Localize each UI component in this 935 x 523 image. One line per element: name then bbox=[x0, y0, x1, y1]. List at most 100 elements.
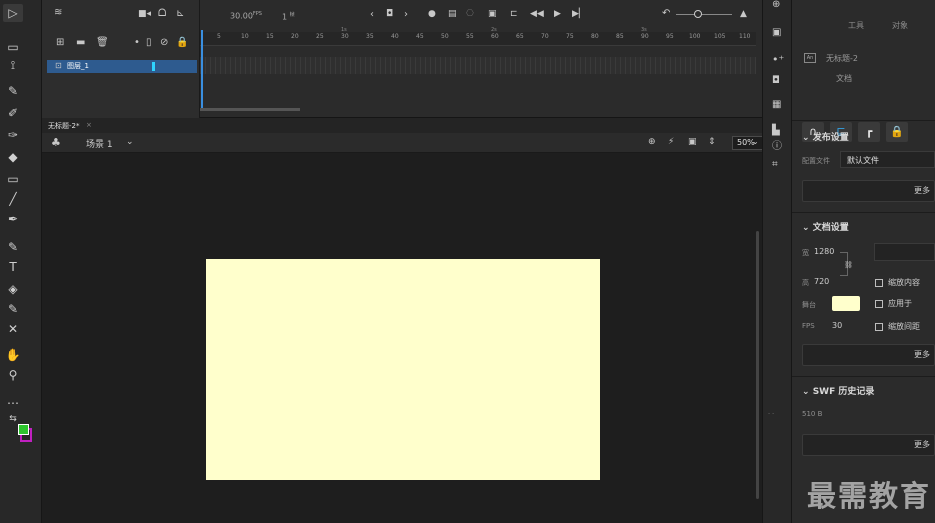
profile-select[interactable]: 默认文件 bbox=[840, 151, 935, 168]
zoom-tool-icon[interactable]: ⚲ bbox=[3, 366, 23, 384]
clip-canvas-icon[interactable]: ▣ bbox=[688, 138, 697, 147]
add-layer-icon[interactable]: ⊞ bbox=[56, 38, 64, 48]
pen-tool-icon[interactable]: ✒ bbox=[3, 210, 23, 228]
timeline-scrollbar[interactable] bbox=[200, 108, 300, 111]
timeline-zoom-slider[interactable] bbox=[676, 14, 732, 15]
swf-history-heading[interactable]: ⌄ SWF 历史记录 bbox=[802, 384, 874, 397]
apply-to-label: 应用于 bbox=[888, 299, 912, 308]
eraser-tool-icon[interactable]: ◆ bbox=[3, 148, 23, 166]
ruler-tick: 100 bbox=[689, 33, 701, 40]
onion-outline-icon[interactable]: ▤ bbox=[448, 10, 457, 19]
library-icon[interactable]: ▣ bbox=[772, 28, 781, 38]
fill-color-swatch[interactable] bbox=[18, 424, 29, 435]
chevron-down-icon[interactable]: ⌄ bbox=[126, 138, 134, 147]
fps-display[interactable]: 30.00FPS bbox=[230, 11, 262, 21]
free-transform-tool-icon[interactable]: ▭ bbox=[3, 38, 23, 56]
corner-icon[interactable]: ┏ bbox=[858, 122, 880, 142]
frame-unit: 帧 bbox=[289, 12, 295, 18]
units-select[interactable] bbox=[874, 243, 935, 261]
edit-symbols-icon[interactable]: ⚡ bbox=[668, 138, 674, 147]
scene-name[interactable]: 场景 1 bbox=[86, 137, 113, 150]
swf-more-button[interactable]: 更多 bbox=[802, 434, 935, 456]
stage-color-swatch[interactable] bbox=[832, 296, 860, 311]
publish-more-button[interactable]: 更多 bbox=[802, 180, 935, 202]
prev-keyframe-icon[interactable]: ‹ bbox=[370, 10, 374, 20]
selection-tool-icon[interactable]: ▷ bbox=[3, 4, 23, 22]
next-keyframe-icon[interactable]: › bbox=[404, 10, 408, 20]
width-tool-icon[interactable]: ✎ bbox=[3, 238, 23, 256]
frame-display[interactable]: 1 帧 bbox=[282, 11, 295, 22]
eyedropper-tool-icon[interactable]: ✎ bbox=[3, 300, 23, 318]
edit-multiple-icon[interactable]: ⎔ bbox=[466, 10, 474, 19]
scale-content-checkbox[interactable] bbox=[875, 279, 883, 287]
visibility-icon[interactable]: ⊘ bbox=[160, 38, 168, 48]
undo-icon[interactable]: ↶ bbox=[662, 9, 670, 19]
lasso-tool-icon[interactable]: ⟟ bbox=[3, 56, 23, 74]
width-value[interactable]: 1280 bbox=[814, 247, 834, 256]
layers-icon[interactable]: ≋ bbox=[54, 8, 62, 18]
highlight-icon[interactable]: • bbox=[134, 38, 140, 48]
stage-area[interactable] bbox=[42, 153, 762, 523]
publish-settings-heading[interactable]: ⌄ 发布设置 bbox=[802, 130, 849, 143]
watermark: 最需教育 bbox=[806, 479, 931, 513]
step-forward-icon[interactable]: ▶▏ bbox=[572, 10, 586, 19]
info-icon[interactable]: ⓘ bbox=[772, 142, 782, 152]
color-panel-icon[interactable]: ⊕ bbox=[772, 0, 780, 10]
apply-to-checkbox[interactable] bbox=[875, 300, 883, 308]
align-panel-icon[interactable]: ▙ bbox=[772, 126, 780, 136]
rewind-icon[interactable]: ◀◀ bbox=[530, 10, 544, 19]
panel-handle[interactable]: - - bbox=[768, 410, 774, 417]
stage[interactable] bbox=[206, 259, 600, 480]
insert-keyframe-icon[interactable]: ◘ bbox=[386, 10, 393, 19]
graph-icon[interactable]: ⊾ bbox=[176, 9, 184, 19]
close-tab-icon[interactable]: × bbox=[86, 121, 92, 129]
height-value[interactable]: 720 bbox=[814, 277, 829, 286]
layer-name[interactable]: 图层_1 bbox=[67, 61, 89, 71]
frame-cells[interactable] bbox=[200, 57, 756, 74]
stepper-icon[interactable]: ⇕ bbox=[708, 138, 716, 147]
line-tool-icon[interactable]: ╱ bbox=[3, 190, 23, 208]
zoom-dropdown-icon[interactable]: ⌄ bbox=[752, 138, 759, 146]
vertical-scrollbar[interactable] bbox=[756, 231, 759, 499]
transform-panel-icon[interactable]: ◘ bbox=[772, 76, 780, 86]
playhead[interactable] bbox=[201, 30, 203, 110]
parenting-icon[interactable]: ᗝ bbox=[158, 9, 166, 19]
grid-panel-icon[interactable]: ▦ bbox=[772, 100, 781, 110]
onion-skin-icon[interactable]: ● bbox=[428, 10, 436, 19]
center-stage-icon[interactable]: ⊕ bbox=[648, 138, 656, 147]
tab-object[interactable]: 对象 bbox=[892, 20, 908, 31]
document-more-button[interactable]: 更多 bbox=[802, 344, 935, 366]
scale-spacing-checkbox[interactable] bbox=[875, 323, 883, 331]
lock-icon[interactable]: 🔒 bbox=[886, 122, 908, 142]
link-icon[interactable]: ⛓ bbox=[844, 262, 853, 269]
pencil-tool-icon[interactable]: ✎ bbox=[3, 82, 23, 100]
camera-icon[interactable]: ■◂ bbox=[138, 10, 151, 19]
mountain-icon[interactable]: ▲ bbox=[740, 10, 747, 19]
paint-brush-tool-icon[interactable]: ✑ bbox=[3, 126, 23, 144]
center-frame-icon[interactable]: ▣ bbox=[488, 10, 497, 19]
rectangle-tool-icon[interactable]: ▭ bbox=[3, 170, 23, 188]
transform-icon[interactable]: ⌗ bbox=[772, 160, 778, 170]
text-tool-icon[interactable]: T bbox=[3, 258, 23, 276]
brush-tool-icon[interactable]: ✐ bbox=[3, 104, 23, 122]
frame-ruler[interactable]: 5 10 15 20 25 30 35 40 45 50 55 60 65 70… bbox=[200, 32, 756, 46]
delete-layer-icon[interactable]: 🗑 bbox=[96, 38, 109, 48]
tab-tools[interactable]: 工具 bbox=[848, 20, 864, 31]
new-folder-icon[interactable]: ▬ bbox=[76, 38, 85, 48]
document-tab[interactable]: 无标题-2* bbox=[48, 121, 79, 131]
second-mark: 2s bbox=[491, 27, 497, 33]
hand-tool-icon[interactable]: ✋ bbox=[3, 346, 23, 364]
layer-row[interactable]: ⊡ 图层_1 bbox=[47, 60, 197, 73]
fps-value[interactable]: 30 bbox=[832, 321, 842, 330]
second-mark: 1s bbox=[341, 27, 347, 33]
loop-icon[interactable]: ⊏ bbox=[510, 10, 518, 19]
play-icon[interactable]: ▶ bbox=[554, 10, 561, 19]
timeline-zoom-thumb[interactable] bbox=[694, 10, 702, 18]
scene-bar: ♣ 场景 1 ⌄ ⊕ ⚡ ▣ ⇕ 50% ⌄ bbox=[42, 133, 772, 153]
outline-icon[interactable]: ▯ bbox=[146, 38, 152, 48]
lock-icon[interactable]: 🔒 bbox=[176, 38, 188, 48]
document-settings-heading[interactable]: ⌄ 文档设置 bbox=[802, 220, 849, 233]
motion-presets-icon[interactable]: •⁺ bbox=[772, 54, 784, 65]
paint-bucket-tool-icon[interactable]: ◈ bbox=[3, 280, 23, 298]
bone-tool-icon[interactable]: ✕ bbox=[3, 320, 23, 338]
